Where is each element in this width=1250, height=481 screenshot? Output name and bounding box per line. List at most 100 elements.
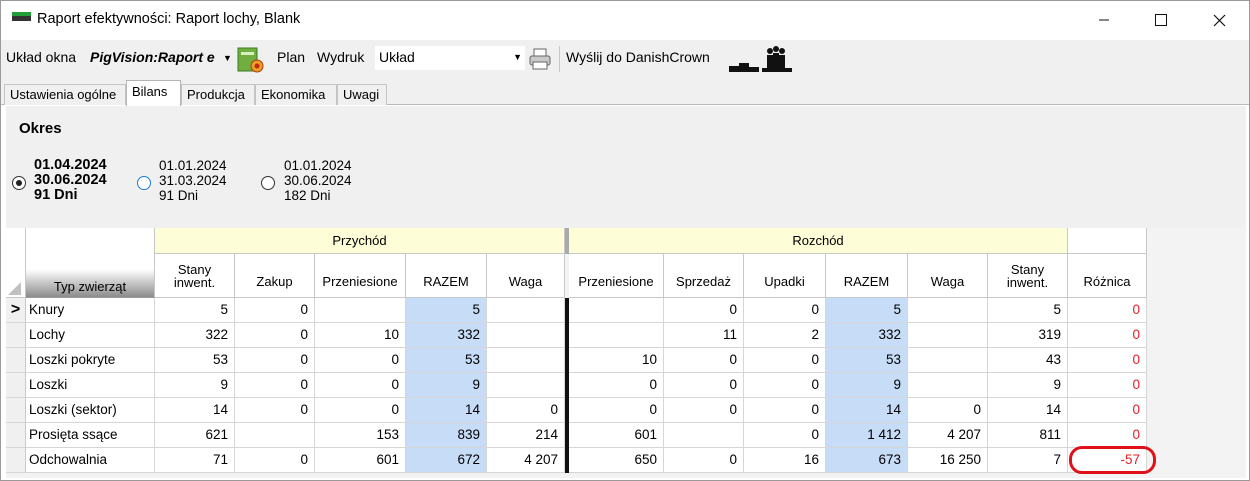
cell-roznica[interactable]: 0 (1068, 423, 1147, 448)
cell-razem-out[interactable]: 673 (826, 448, 908, 473)
cell-roznica[interactable]: 0 (1068, 323, 1147, 348)
tab-ekonomika[interactable]: Ekonomika (255, 84, 337, 105)
plan-edit-icon[interactable] (237, 45, 265, 73)
cell-razem-out[interactable]: 5 (826, 298, 908, 323)
cell-zakup[interactable]: 0 (235, 373, 315, 398)
period-option-2[interactable]: 01.01.2024 31.03.2024 91 Dni (159, 158, 227, 203)
tab-ustawienia-ogolne[interactable]: Ustawienia ogólne (4, 84, 126, 105)
cell-stany-inwent-in[interactable]: 53 (155, 348, 235, 373)
tab-uwagi[interactable]: Uwagi (337, 84, 387, 105)
cell-przeniesione-in[interactable]: 0 (315, 348, 406, 373)
column-header-razem-out[interactable]: RAZEM (826, 254, 908, 298)
row-header[interactable] (6, 348, 26, 373)
cell-upadki[interactable]: 0 (744, 373, 826, 398)
column-header-stany-inwent-out[interactable]: Stany inwent. (988, 254, 1068, 298)
layout-combo[interactable]: Układ ▼ (375, 46, 525, 70)
cell-razem-in[interactable]: 14 (406, 398, 487, 423)
row-name[interactable]: Loszki (26, 373, 155, 398)
row-header[interactable] (6, 398, 26, 423)
cell-przeniesione-in[interactable]: 10 (315, 323, 406, 348)
podium-icon[interactable] (727, 46, 797, 74)
cell-stany-inwent-in[interactable]: 14 (155, 398, 235, 423)
minimize-button[interactable] (1081, 1, 1127, 39)
cell-waga-out[interactable] (908, 373, 988, 398)
row-name[interactable]: Loszki (sektor) (26, 398, 155, 423)
cell-razem-in[interactable]: 9 (406, 373, 487, 398)
cell-zakup[interactable]: 0 (235, 448, 315, 473)
cell-roznica[interactable]: 0 (1068, 298, 1147, 323)
row-name[interactable]: Odchowalnia (26, 448, 155, 473)
grid-corner[interactable] (6, 228, 26, 298)
cell-razem-out[interactable]: 332 (826, 323, 908, 348)
period-radio-2[interactable] (137, 176, 151, 190)
cell-waga-out[interactable]: 0 (908, 398, 988, 423)
tab-produkcja[interactable]: Produkcja (181, 84, 255, 105)
row-name[interactable]: Prosięta ssące (26, 423, 155, 448)
cell-roznica[interactable]: 0 (1068, 348, 1147, 373)
row-header[interactable] (6, 373, 26, 398)
cell-upadki[interactable]: 0 (744, 298, 826, 323)
cell-zakup[interactable]: 0 (235, 348, 315, 373)
cell-upadki[interactable]: 0 (744, 398, 826, 423)
cell-waga-in[interactable] (487, 323, 565, 348)
column-header-type[interactable]: Typ zwierząt (26, 228, 155, 298)
send-danishcrown-button[interactable]: Wyślij do DanishCrown (566, 49, 710, 65)
cell-sprzedaz[interactable]: 0 (664, 298, 744, 323)
cell-waga-in[interactable]: 0 (487, 398, 565, 423)
cell-sprzedaz[interactable]: 0 (664, 348, 744, 373)
cell-stany-inwent-in[interactable]: 9 (155, 373, 235, 398)
cell-stany-inwent-out[interactable]: 811 (988, 423, 1068, 448)
row-header[interactable]: > (6, 298, 26, 323)
cell-zakup[interactable]: 0 (235, 298, 315, 323)
period-option-1[interactable]: 01.04.2024 30.06.2024 91 Dni (34, 158, 107, 203)
cell-przeniesione-out[interactable] (569, 298, 664, 323)
cell-razem-in[interactable]: 839 (406, 423, 487, 448)
cell-sprzedaz[interactable]: 11 (664, 323, 744, 348)
plan-button[interactable]: Plan (277, 49, 305, 65)
cell-waga-out[interactable] (908, 323, 988, 348)
cell-przeniesione-out[interactable] (569, 323, 664, 348)
cell-stany-inwent-out[interactable]: 9 (988, 373, 1068, 398)
cell-razem-out[interactable]: 53 (826, 348, 908, 373)
chevron-down-icon[interactable]: ▼ (223, 53, 232, 63)
cell-upadki[interactable]: 16 (744, 448, 826, 473)
cell-stany-inwent-out[interactable]: 7 (988, 448, 1068, 473)
cell-razem-out[interactable]: 14 (826, 398, 908, 423)
column-header-stany-inwent-in[interactable]: Stany inwent. (155, 254, 235, 298)
layout-dropdown[interactable]: PigVision:Raport e (90, 49, 220, 65)
cell-przeniesione-in[interactable]: 0 (315, 373, 406, 398)
cell-sprzedaz[interactable]: 0 (664, 448, 744, 473)
cell-waga-in[interactable] (487, 373, 565, 398)
cell-waga-out[interactable] (908, 348, 988, 373)
row-name[interactable]: Loszki pokryte (26, 348, 155, 373)
column-header-waga-out[interactable]: Waga (908, 254, 988, 298)
cell-upadki[interactable]: 0 (744, 423, 826, 448)
cell-razem-out[interactable]: 9 (826, 373, 908, 398)
tab-bilans[interactable]: Bilans (126, 80, 181, 106)
column-header-sprzedaz[interactable]: Sprzedaż (664, 254, 744, 298)
row-name[interactable]: Knury (26, 298, 155, 323)
cell-upadki[interactable]: 0 (744, 348, 826, 373)
cell-sprzedaz[interactable]: 0 (664, 398, 744, 423)
period-option-3[interactable]: 01.01.2024 30.06.2024 182 Dni (284, 158, 352, 203)
column-header-waga-in[interactable]: Waga (487, 254, 565, 298)
cell-przeniesione-in[interactable]: 0 (315, 398, 406, 423)
cell-waga-in[interactable]: 214 (487, 423, 565, 448)
cell-stany-inwent-in[interactable]: 322 (155, 323, 235, 348)
column-header-przeniesione-out[interactable]: Przeniesione (569, 254, 664, 298)
period-radio-1[interactable] (12, 176, 26, 190)
cell-stany-inwent-out[interactable]: 14 (988, 398, 1068, 423)
cell-waga-out[interactable] (908, 298, 988, 323)
close-button[interactable] (1196, 1, 1242, 39)
cell-przeniesione-in[interactable]: 153 (315, 423, 406, 448)
row-header[interactable] (6, 448, 26, 473)
cell-przeniesione-out[interactable]: 601 (569, 423, 664, 448)
cell-upadki[interactable]: 2 (744, 323, 826, 348)
cell-roznica[interactable]: 0 (1068, 398, 1147, 423)
column-header-zakup[interactable]: Zakup (235, 254, 315, 298)
cell-stany-inwent-out[interactable]: 319 (988, 323, 1068, 348)
cell-przeniesione-in[interactable]: 601 (315, 448, 406, 473)
row-name[interactable]: Lochy (26, 323, 155, 348)
cell-stany-inwent-in[interactable]: 5 (155, 298, 235, 323)
cell-waga-in[interactable]: 4 207 (487, 448, 565, 473)
